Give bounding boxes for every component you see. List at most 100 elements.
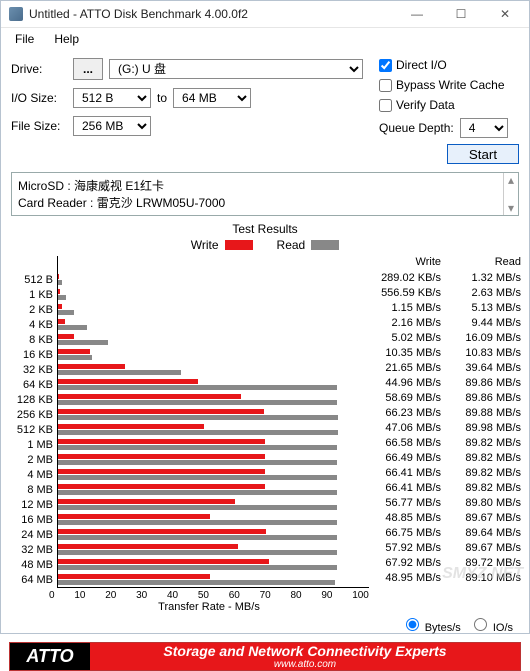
- bar-row: [58, 512, 369, 527]
- read-value: 89.67 MB/s: [453, 542, 521, 554]
- start-button[interactable]: Start: [447, 144, 519, 164]
- value-row: 66.41 MB/s89.82 MB/s: [369, 465, 521, 480]
- read-bar: [58, 430, 338, 435]
- verify-data-checkbox[interactable]: Verify Data: [379, 98, 519, 112]
- write-bar: [58, 409, 264, 414]
- write-value: 556.59 KB/s: [373, 287, 441, 299]
- value-row: 66.75 MB/s89.64 MB/s: [369, 525, 521, 540]
- value-row: 556.59 KB/s2.63 MB/s: [369, 285, 521, 300]
- write-value: 2.16 MB/s: [373, 317, 441, 329]
- value-row: 2.16 MB/s 9.44 MB/s: [369, 315, 521, 330]
- write-value: 56.77 MB/s: [373, 497, 441, 509]
- bar-row: [58, 392, 369, 407]
- read-value: 89.82 MB/s: [453, 437, 521, 449]
- read-value: 89.82 MB/s: [453, 467, 521, 479]
- value-row: 66.41 MB/s89.82 MB/s: [369, 480, 521, 495]
- read-value: 89.64 MB/s: [453, 527, 521, 539]
- bar-row: [58, 572, 369, 587]
- read-bar: [58, 535, 337, 540]
- write-value: 66.49 MB/s: [373, 452, 441, 464]
- read-bar: [58, 355, 92, 360]
- read-bar: [58, 385, 337, 390]
- footer-tagline: Storage and Network Connectivity Experts: [163, 643, 446, 659]
- read-bar: [58, 520, 337, 525]
- write-value: 1.15 MB/s: [373, 302, 441, 314]
- footer-url: www.atto.com: [274, 659, 336, 670]
- read-bar: [58, 280, 62, 285]
- row-label: 32 MB: [21, 542, 53, 557]
- read-bar: [58, 565, 337, 570]
- description-scrollbar[interactable]: ▴▾: [503, 173, 518, 215]
- bar-row: [58, 437, 369, 452]
- write-bar: [58, 484, 265, 489]
- legend-write-label: Write: [191, 238, 219, 252]
- write-bar: [58, 559, 269, 564]
- write-value: 21.65 MB/s: [373, 362, 441, 374]
- test-results-label: Test Results: [1, 222, 529, 236]
- value-row: 58.69 MB/s89.86 MB/s: [369, 390, 521, 405]
- unit-bytes-radio[interactable]: Bytes/s: [401, 615, 461, 634]
- row-label: 64 MB: [21, 572, 53, 587]
- iosize-to-select[interactable]: 64 MB: [173, 88, 251, 108]
- read-value: 89.88 MB/s: [453, 407, 521, 419]
- write-bar: [58, 349, 90, 354]
- write-bar: [58, 544, 238, 549]
- value-row: 47.06 MB/s89.98 MB/s: [369, 420, 521, 435]
- watermark: SMYZ.NET: [442, 565, 523, 583]
- write-bar: [58, 274, 59, 279]
- value-row: 21.65 MB/s 39.64 MB/s: [369, 360, 521, 375]
- atto-logo: ATTO: [10, 643, 90, 670]
- read-value: 9.44 MB/s: [453, 317, 521, 329]
- row-label: 8 KB: [29, 332, 53, 347]
- write-value: 48.85 MB/s: [373, 512, 441, 524]
- write-value: 66.58 MB/s: [373, 437, 441, 449]
- queue-depth-label: Queue Depth:: [379, 121, 454, 135]
- read-value: 39.64 MB/s: [453, 362, 521, 374]
- bar-row: [58, 332, 369, 347]
- bar-row: [58, 287, 369, 302]
- window-title: Untitled - ATTO Disk Benchmark 4.00.0f2: [29, 7, 395, 21]
- x-axis-ticks: 0102030405060708090100: [49, 590, 369, 601]
- value-row: 44.96 MB/s89.86 MB/s: [369, 375, 521, 390]
- read-bar: [58, 310, 74, 315]
- row-label: 128 KB: [17, 392, 53, 407]
- titlebar: Untitled - ATTO Disk Benchmark 4.00.0f2 …: [1, 1, 529, 28]
- maximize-button[interactable]: ☐: [439, 1, 483, 27]
- row-label: 16 KB: [23, 347, 53, 362]
- read-value: 1.32 MB/s: [453, 272, 521, 284]
- row-label: 12 MB: [21, 497, 53, 512]
- description-textbox[interactable]: MicroSD : 海康威视 E1红卡 Card Reader : 雷克沙 LR…: [11, 172, 519, 216]
- description-line2: Card Reader : 雷克沙 LRWM05U-7000: [18, 194, 512, 211]
- write-value: 57.92 MB/s: [373, 542, 441, 554]
- drive-select[interactable]: (G:) U 盘: [109, 59, 363, 79]
- queue-depth-select[interactable]: 4: [460, 118, 508, 138]
- iosize-from-select[interactable]: 512 B: [73, 88, 151, 108]
- row-label: 4 MB: [27, 467, 53, 482]
- menu-file[interactable]: File: [7, 30, 42, 48]
- value-row: 56.77 MB/s89.80 MB/s: [369, 495, 521, 510]
- close-button[interactable]: ✕: [483, 1, 527, 27]
- x-axis-label: Transfer Rate - MB/s: [49, 601, 369, 613]
- write-bar: [58, 499, 235, 504]
- write-bar: [58, 439, 265, 444]
- read-bar: [58, 490, 337, 495]
- browse-drive-button[interactable]: ...: [73, 58, 103, 80]
- menu-help[interactable]: Help: [46, 30, 87, 48]
- value-row: 1.15 MB/s5.13 MB/s: [369, 300, 521, 315]
- write-value: 5.02 MB/s: [373, 332, 441, 344]
- row-label: 2 MB: [27, 452, 53, 467]
- filesize-select[interactable]: 256 MB: [73, 116, 151, 136]
- minimize-button[interactable]: —: [395, 1, 439, 27]
- bar-row: [58, 362, 369, 377]
- write-value: 10.35 MB/s: [373, 347, 441, 359]
- bypass-cache-checkbox[interactable]: Bypass Write Cache: [379, 78, 519, 92]
- read-value: 89.82 MB/s: [453, 452, 521, 464]
- write-value: 44.96 MB/s: [373, 377, 441, 389]
- read-bar: [58, 325, 87, 330]
- read-value: 89.98 MB/s: [453, 422, 521, 434]
- row-label: 1 MB: [27, 437, 53, 452]
- direct-io-checkbox[interactable]: Direct I/O: [379, 58, 519, 72]
- row-label: 1 KB: [29, 287, 53, 302]
- unit-io-radio[interactable]: IO/s: [469, 615, 513, 634]
- row-label: 512 KB: [17, 422, 53, 437]
